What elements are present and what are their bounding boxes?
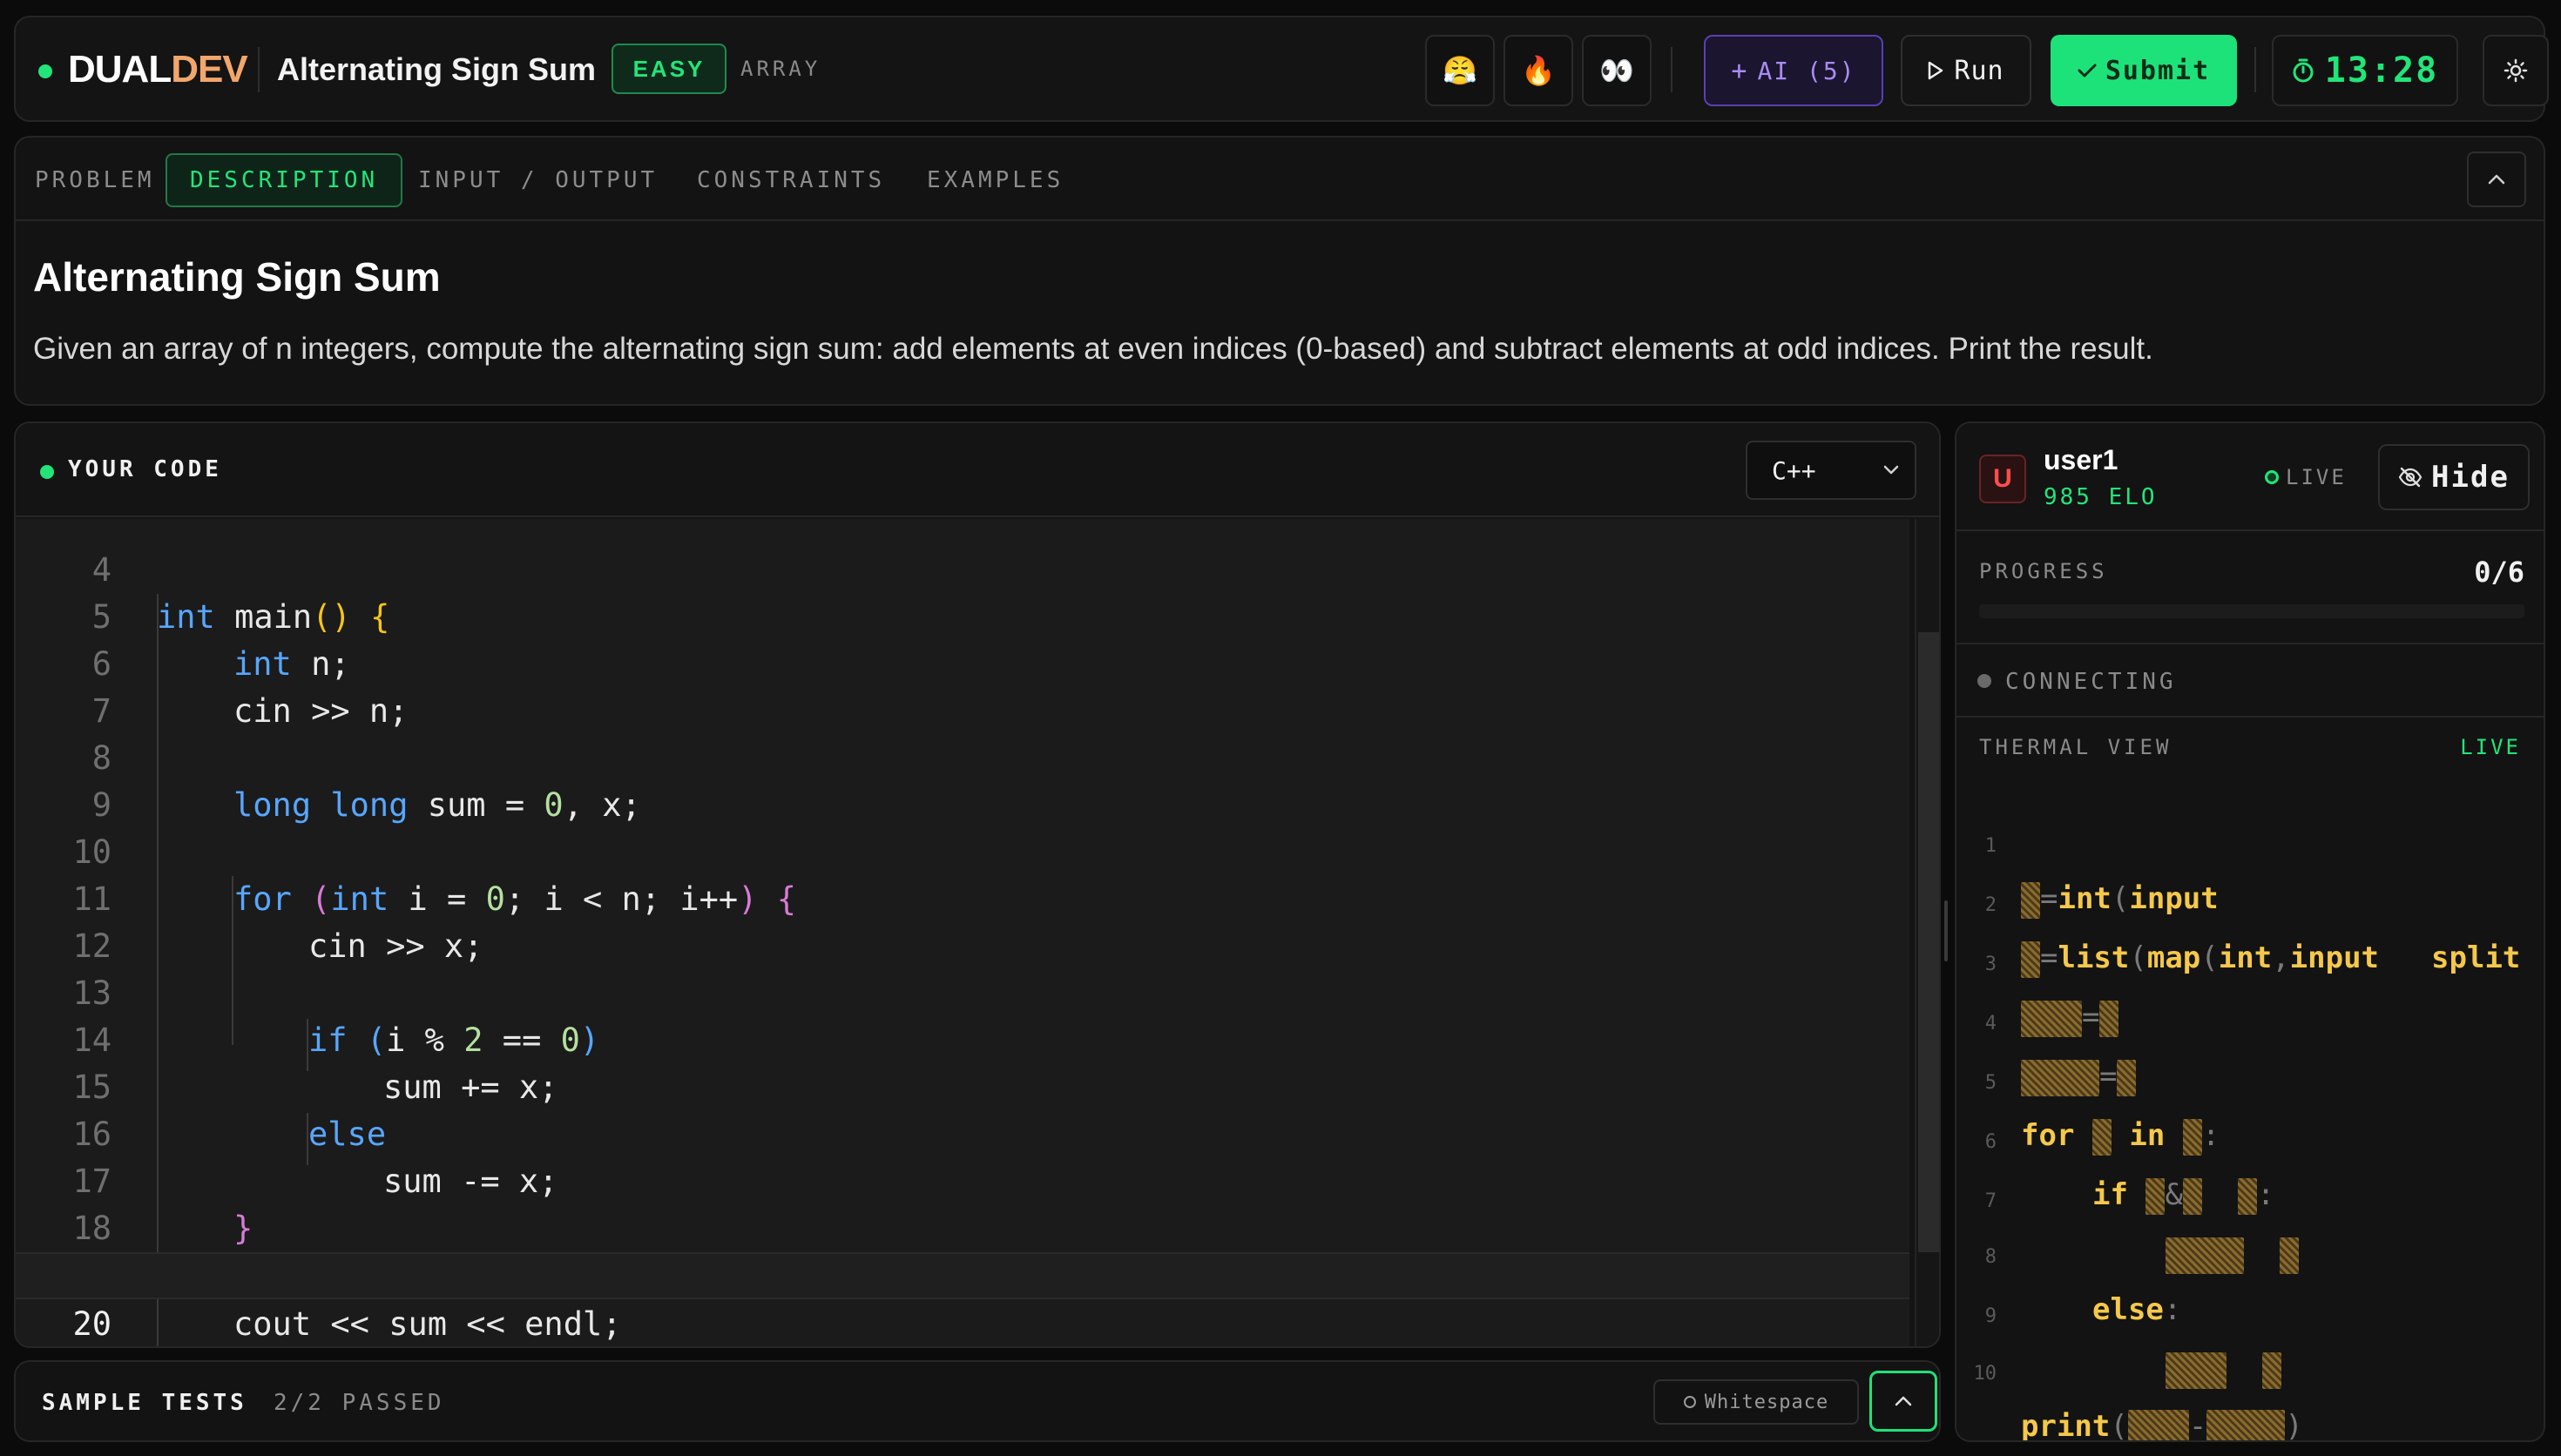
problem-title: Alternating Sign Sum: [277, 51, 597, 87]
thermal-line: 10 print(-): [1956, 1296, 2544, 1440]
submit-button[interactable]: Submit: [2051, 35, 2237, 106]
progress-label: PROGRESS: [1979, 559, 2108, 583]
thermal-line: 9: [1956, 1238, 2544, 1389]
tab-description[interactable]: DESCRIPTION: [166, 153, 403, 207]
divider: [258, 47, 260, 92]
topic-tag: ARRAY: [740, 57, 821, 81]
panel-resize-handle[interactable]: [1944, 900, 1948, 961]
code-panel-title: YOUR CODE: [68, 456, 222, 482]
code-line: 8: [91, 739, 111, 777]
code-line: 17 sum -= x;: [72, 1163, 558, 1200]
code-line: 11 for (int i = 0; i < n; i++) {: [72, 880, 797, 918]
code-line: 4: [91, 551, 111, 589]
thermal-line: 1 =int(input: [1956, 768, 2544, 919]
eye-off-icon: [2398, 467, 2422, 488]
opponent-panel: U user1 985 ELO LIVE Hide PROGRESS 0/6 C…: [1955, 421, 2545, 1442]
run-button[interactable]: Run: [1901, 35, 2031, 106]
chevron-down-icon: [1883, 465, 1899, 475]
progress-bar: [1979, 604, 2524, 618]
thermal-line: 4 =: [1956, 946, 2544, 1096]
divider: [1671, 47, 1672, 92]
connection-status-row: CONNECTING: [1956, 646, 2544, 718]
progress-value: 0/6: [2474, 556, 2524, 589]
sun-icon: [2504, 58, 2528, 83]
chevron-up-icon: [1895, 1396, 1912, 1406]
live-indicator: LIVE: [2265, 465, 2347, 489]
ai-assist-button[interactable]: + AI (5): [1704, 35, 1883, 106]
code-line: 6 int n;: [91, 645, 350, 683]
angry-face-icon: 😤: [1443, 55, 1477, 86]
code-line: 14 if (i % 2 == 0): [72, 1021, 600, 1059]
code-line: 18}: [72, 1210, 253, 1247]
editor-scrollbar[interactable]: [1915, 519, 1939, 1346]
thermal-line: 8 else:: [1984, 1246, 2182, 1327]
reaction-angry-button[interactable]: 😤: [1425, 35, 1495, 106]
fire-icon: 🔥: [1521, 55, 1556, 86]
problem-heading: Alternating Sign Sum: [33, 254, 441, 300]
code-panel: YOUR CODE C++ 4 5 int main() { 6 int n; 7c…: [14, 421, 1941, 1348]
stopwatch-icon: [2293, 58, 2314, 83]
code-line-current: 20 cout << sum << endl;: [16, 1252, 1909, 1343]
tab-constraints[interactable]: CONSTRAINTS: [697, 153, 885, 207]
connection-status: CONNECTING: [2005, 669, 2177, 695]
reaction-eyes-button[interactable]: 👀: [1582, 35, 1652, 106]
reaction-fire-button[interactable]: 🔥: [1503, 35, 1573, 106]
thermal-line: 2 =list(map(int,input split: [1956, 827, 2544, 978]
code-line: 15 sum += x;: [72, 1068, 558, 1106]
language-select[interactable]: C++: [1746, 441, 1916, 500]
tab-problem[interactable]: PROBLEM: [35, 153, 155, 207]
code-line: 19: [16, 1205, 1909, 1294]
tab-examples[interactable]: EXAMPLES: [927, 153, 1064, 207]
connection-dot-icon: [1977, 674, 1991, 688]
collapse-problem-button[interactable]: [2467, 152, 2526, 207]
countdown-timer: 13:28: [2272, 35, 2458, 106]
play-icon: [1929, 61, 1943, 80]
difficulty-badge: EASY: [612, 44, 726, 94]
tests-status: 2/2 PASSED: [274, 1390, 445, 1416]
code-editor[interactable]: 4 5 int main() { 6 int n; 7 cin >> n; 8 9 lo…: [16, 519, 1909, 1346]
top-bar: DUALDEV Alternating Sign Sum EASY ARRAY …: [14, 16, 2549, 122]
thermal-live-badge: LIVE: [2460, 735, 2521, 759]
scrollbar-thumb[interactable]: [1918, 632, 1939, 1252]
status-dot: [38, 64, 52, 78]
divider: [2254, 47, 2256, 92]
whitespace-toggle[interactable]: Whitespace: [1653, 1379, 1859, 1425]
code-line: 16 else: [72, 1116, 387, 1153]
live-dot-icon: [2265, 470, 2279, 484]
sample-tests-title: SAMPLE TESTS: [42, 1390, 247, 1416]
code-line: 7 cin >> n;: [91, 692, 409, 730]
code-line: 5 int main() {: [91, 598, 390, 636]
check-icon: [2078, 64, 2097, 78]
opponent-header: U user1 985 ELO LIVE Hide: [1956, 423, 2544, 531]
opponent-elo: 985 ELO: [2044, 484, 2158, 510]
thermal-line: 5 for in :: [1956, 1005, 2544, 1156]
opponent-username: user1: [2044, 444, 2118, 475]
opponent-progress: PROGRESS 0/6: [1956, 533, 2544, 644]
problem-tabs: PROBLEM DESCRIPTION INPUT / OUTPUT CONST…: [16, 138, 2544, 221]
code-line: 21: [16, 1299, 1909, 1346]
brand-logo[interactable]: DUALDEV: [68, 45, 248, 94]
eyes-icon: 👀: [1599, 55, 1634, 86]
circle-icon: [1683, 1396, 1696, 1408]
thermal-line: 3 =: [1956, 886, 2544, 1037]
sample-tests-panel: SAMPLE TESTS 2/2 PASSED Whitespace: [14, 1360, 1941, 1442]
thermal-view-title: THERMAL VIEW: [1979, 735, 2172, 759]
hide-opponent-button[interactable]: Hide: [2378, 444, 2530, 510]
code-line: 10: [72, 833, 111, 871]
code-header: YOUR CODE C++: [16, 423, 1939, 517]
chevron-up-icon: [2488, 174, 2505, 185]
theme-toggle-button[interactable]: [2483, 35, 2549, 106]
sparkle-plus-icon: +: [1731, 55, 1749, 86]
thermal-line: 6 if & :: [1956, 1064, 2544, 1215]
status-dot: [40, 465, 54, 479]
tab-input-output[interactable]: INPUT / OUTPUT: [418, 153, 658, 207]
avatar: U: [1979, 455, 2026, 503]
problem-description: Given an array of n integers, compute th…: [33, 332, 2153, 366]
code-line: 12 cin >> x;: [72, 927, 483, 965]
code-line: 9 long long sum = 0, x;: [91, 786, 641, 824]
expand-tests-button[interactable]: [1869, 1371, 1937, 1432]
thermal-line: 7: [1956, 1123, 2544, 1274]
code-line: 13: [72, 974, 111, 1012]
